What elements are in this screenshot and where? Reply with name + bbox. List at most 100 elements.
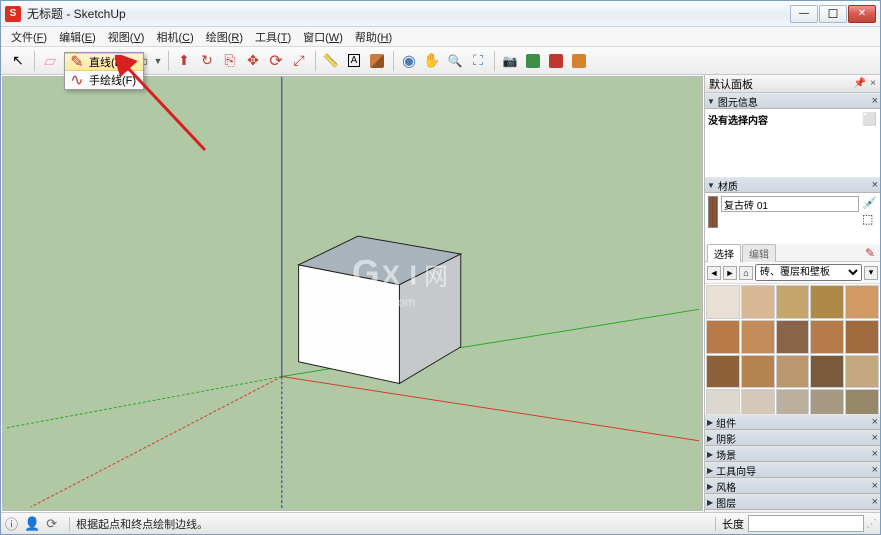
move-tool[interactable] (242, 50, 264, 72)
minimize-button[interactable] (790, 5, 818, 23)
close-icon[interactable]: × (872, 95, 878, 107)
layout-tool[interactable] (568, 50, 590, 72)
material-thumb[interactable] (810, 320, 844, 354)
paint-tool[interactable] (366, 50, 388, 72)
close-icon[interactable]: × (872, 448, 878, 460)
material-thumb[interactable] (810, 355, 844, 389)
followme-tool[interactable] (196, 50, 218, 72)
svg-text:X: X (382, 260, 401, 291)
menu-edit[interactable]: 编辑(E) (53, 27, 102, 47)
nav-back-button[interactable]: ◄ (707, 266, 721, 280)
nav-forward-button[interactable]: ► (723, 266, 737, 280)
close-icon[interactable]: × (872, 416, 878, 428)
material-thumb[interactable] (776, 355, 810, 389)
close-icon[interactable]: × (872, 464, 878, 476)
material-thumb[interactable] (776, 389, 810, 414)
home-icon[interactable]: ⌂ (739, 266, 753, 280)
sync-icon[interactable]: ⟳ (46, 516, 57, 532)
layers-header[interactable]: ▶ 图层 × (705, 494, 880, 510)
styles-header[interactable]: ▶ 风格 × (705, 478, 880, 494)
person-icon[interactable]: 👤 (24, 516, 40, 532)
freehand-menu-label: 手绘线(F) (89, 72, 136, 88)
tray-header[interactable]: 默认面板 📌 × (705, 75, 880, 93)
entity-info-header[interactable]: ▼ 图元信息 × (705, 93, 880, 109)
zoom-extents-tool[interactable] (467, 50, 489, 72)
measure-input[interactable] (748, 515, 864, 532)
material-thumb[interactable] (741, 389, 775, 414)
eyedropper-icon[interactable]: 💉 (862, 196, 877, 210)
rotate-tool[interactable] (265, 50, 287, 72)
material-thumb[interactable] (706, 320, 740, 354)
instructor-header[interactable]: ▶ 工具向导 × (705, 462, 880, 478)
material-thumb[interactable] (776, 320, 810, 354)
material-thumb[interactable] (706, 389, 740, 414)
material-name-input[interactable] (721, 196, 859, 212)
warehouse-icon (549, 54, 563, 68)
close-icon[interactable]: × (872, 432, 878, 444)
material-thumb[interactable] (706, 355, 740, 389)
material-thumb[interactable] (845, 320, 879, 354)
material-thumb[interactable] (845, 355, 879, 389)
offset-tool[interactable] (219, 50, 241, 72)
material-thumb[interactable] (845, 389, 879, 414)
paint-icon (370, 54, 384, 68)
zoom-tool[interactable] (444, 50, 466, 72)
pan-tool[interactable] (421, 50, 443, 72)
chevron-right-icon: ▶ (707, 434, 713, 443)
viewport-3d[interactable]: G X I 网 system.com (2, 76, 703, 511)
material-thumb[interactable] (776, 285, 810, 319)
current-material-swatch[interactable] (708, 196, 718, 228)
toolbar-separator (34, 51, 35, 71)
close-button[interactable] (848, 5, 876, 23)
close-icon[interactable]: × (872, 480, 878, 492)
camera-tool[interactable] (499, 50, 521, 72)
menu-draw[interactable]: 绘图(R) (200, 27, 249, 47)
shadows-header[interactable]: ▶ 阴影 × (705, 430, 880, 446)
tab-edit[interactable]: 编辑 (742, 244, 776, 262)
toolbar-separator (393, 51, 394, 71)
pushpull-tool[interactable] (173, 50, 195, 72)
menu-file[interactable]: 文件(F) (5, 27, 53, 47)
orbit-tool[interactable] (398, 50, 420, 72)
chevron-down-icon: ▼ (707, 181, 715, 190)
material-thumb[interactable] (741, 355, 775, 389)
close-icon[interactable]: × (872, 496, 878, 508)
menu-camera[interactable]: 相机(C) (150, 27, 199, 47)
menu-help[interactable]: 帮助(H) (349, 27, 398, 47)
eraser-tool[interactable] (39, 50, 61, 72)
tape-tool[interactable] (320, 50, 342, 72)
material-thumb[interactable] (845, 285, 879, 319)
create-icon[interactable]: ⬚ (862, 212, 877, 226)
materials-header[interactable]: ▼ 材质 × (705, 177, 880, 193)
select-tool[interactable] (7, 50, 29, 72)
text-tool[interactable] (343, 50, 365, 72)
maximize-button[interactable] (819, 5, 847, 23)
menu-tools[interactable]: 工具(T) (249, 27, 297, 47)
menu-view[interactable]: 视图(V) (102, 27, 151, 47)
category-select[interactable]: 砖、覆层和壁板 (755, 264, 862, 281)
material-thumb[interactable] (810, 285, 844, 319)
pin-icon[interactable]: 📌 (854, 78, 866, 89)
close-icon[interactable]: × (870, 78, 876, 89)
list-view-button[interactable]: ▾ (864, 266, 878, 280)
info-icon[interactable]: ⓘ (5, 514, 18, 533)
material-thumb[interactable] (706, 285, 740, 319)
material-tools: 💉 ⬚ (862, 196, 877, 226)
menu-window[interactable]: 窗口(W) (297, 27, 349, 47)
location-tool[interactable] (522, 50, 544, 72)
scenes-header[interactable]: ▶ 场景 × (705, 446, 880, 462)
material-thumb[interactable] (741, 285, 775, 319)
pencil-icon[interactable]: ✎ (865, 246, 875, 260)
warehouse-tool[interactable] (545, 50, 567, 72)
freehand-menu-item[interactable]: 手绘线(F) (65, 71, 143, 89)
close-icon[interactable]: × (872, 179, 878, 191)
material-thumb[interactable] (810, 389, 844, 414)
line-menu-item[interactable]: 直线(L) (65, 53, 143, 71)
scenes-title: 场景 (716, 447, 871, 462)
tab-select[interactable]: 选择 (707, 244, 741, 262)
shape-tool-dropdown[interactable]: ▼ (153, 50, 163, 72)
scale-tool[interactable] (288, 50, 310, 72)
material-thumb[interactable] (741, 320, 775, 354)
resize-grip[interactable]: ⋰ (866, 517, 876, 530)
components-header[interactable]: ▶ 组件 × (705, 414, 880, 430)
